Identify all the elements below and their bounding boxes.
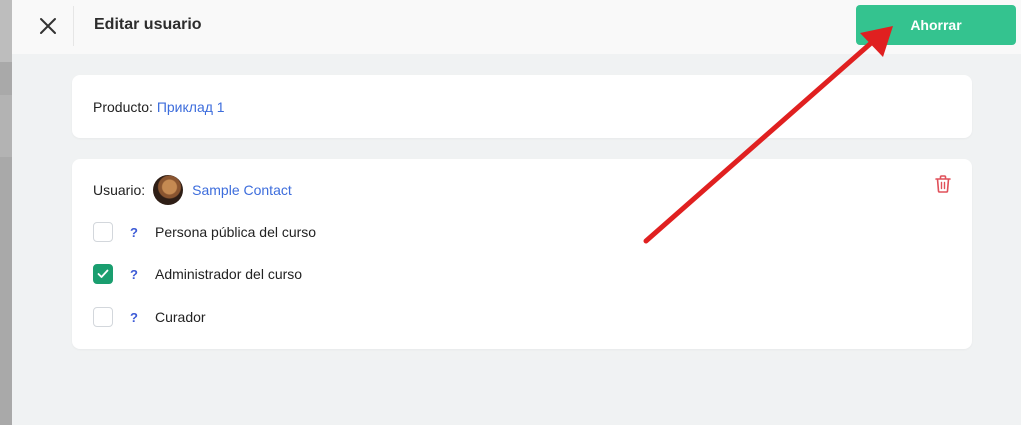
background-page-strip [0, 0, 12, 425]
permission-label: Curador [155, 309, 206, 325]
close-icon [40, 18, 56, 34]
panel-header: Editar usuario Ahorrar [12, 0, 1021, 54]
question-icon[interactable]: ? [127, 267, 141, 282]
permission-row-admin: ? Administrador del curso [93, 263, 302, 285]
product-card: Producto: Приклад 1 [72, 75, 972, 138]
header-divider [73, 6, 74, 46]
permission-row-curator: ? Curador [93, 306, 206, 328]
avatar [153, 175, 184, 205]
user-link[interactable]: Sample Contact [192, 182, 292, 198]
checkbox-public[interactable] [93, 222, 113, 242]
page-title: Editar usuario [94, 16, 202, 33]
permission-label: Persona pública del curso [155, 224, 317, 240]
user-card: Usuario: Sample Contact ? Persona públic… [72, 159, 972, 349]
question-icon[interactable]: ? [127, 310, 141, 325]
question-icon[interactable]: ? [127, 225, 141, 240]
user-line: Usuario: Sample Contact [93, 175, 292, 205]
check-icon [97, 269, 109, 278]
product-label: Producto: [93, 99, 153, 115]
background-page-segment [0, 95, 12, 157]
permission-label: Administrador del curso [155, 266, 303, 282]
trash-icon [935, 175, 951, 193]
checkbox-admin[interactable] [93, 264, 113, 284]
user-label: Usuario: [93, 182, 146, 198]
product-line: Producto: Приклад 1 [93, 99, 225, 115]
delete-button[interactable] [934, 174, 954, 196]
close-button[interactable] [34, 12, 62, 40]
permission-row-public: ? Persona pública del curso [93, 221, 316, 243]
checkbox-curator[interactable] [93, 307, 113, 327]
edit-user-panel: Editar usuario Ahorrar Producto: Приклад… [12, 0, 1021, 425]
save-button[interactable]: Ahorrar [856, 5, 1016, 45]
product-link[interactable]: Приклад 1 [157, 99, 225, 115]
background-page-segment [0, 0, 12, 62]
